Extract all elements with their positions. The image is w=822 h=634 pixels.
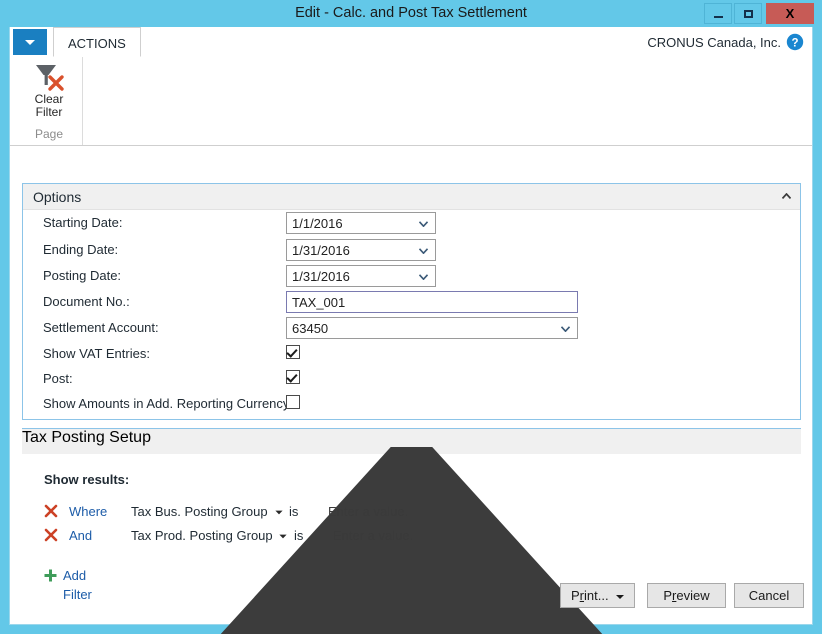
settlement-account-value: 63450 <box>292 321 329 336</box>
filter-field[interactable]: Tax Prod. Posting Group <box>131 525 273 547</box>
starting-date-combo[interactable]: 1/1/2016 <box>286 212 436 234</box>
show-amounts-addl-currency-checkbox[interactable] <box>286 395 300 409</box>
posting-date-value: 1/31/2016 <box>292 269 350 284</box>
maximize-button[interactable] <box>734 3 762 24</box>
print-button[interactable]: Print... <box>560 583 635 608</box>
funnel-clear-icon <box>36 65 64 91</box>
starting-date-value: 1/1/2016 <box>292 216 343 231</box>
ending-date-value: 1/31/2016 <box>292 243 350 258</box>
client-area: ACTIONS CRONUS Canada, Inc. ? Clear Filt… <box>9 27 813 634</box>
control-show-vat-entries <box>286 343 300 359</box>
control-settlement-account: 63450 <box>286 317 578 339</box>
control-ending-date: 1/31/2016 <box>286 239 436 261</box>
cancel-button[interactable]: Cancel <box>734 583 804 608</box>
label-starting-date: Starting Date: <box>43 215 123 230</box>
filter-conjunction[interactable]: Where <box>69 501 107 523</box>
options-form: Starting Date: 1/1/2016 Ending Date: 1/3… <box>23 210 800 416</box>
field-row-posting-date: Posting Date: 1/31/2016 <box>23 263 800 289</box>
chevron-down-icon[interactable] <box>419 221 428 227</box>
chevron-down-icon[interactable] <box>616 595 624 599</box>
title-bar: Edit - Calc. and Post Tax Settlement X <box>0 0 822 27</box>
filter-operator: is <box>294 528 304 543</box>
field-row-show-amounts-addl-currency: Show Amounts in Add. Reporting Currency: <box>23 391 800 416</box>
filter-operator: is <box>289 504 299 519</box>
ribbon: Clear Filter Page <box>10 57 812 146</box>
maximize-icon <box>743 9 753 18</box>
tax-posting-setup-title: Tax Posting Setup <box>22 429 151 446</box>
clear-filter-button[interactable]: Clear Filter <box>16 59 82 121</box>
show-results-label: Show results: <box>44 472 130 487</box>
preview-button[interactable]: Preview <box>647 583 726 608</box>
label-show-vat-entries: Show VAT Entries: <box>43 346 150 361</box>
label-posting-date: Posting Date: <box>43 268 122 283</box>
ribbon-tab-strip: ACTIONS CRONUS Canada, Inc. ? <box>10 27 812 58</box>
minimize-icon <box>713 15 723 18</box>
chevron-down-icon[interactable] <box>561 326 570 332</box>
chevron-down-icon[interactable] <box>419 274 428 280</box>
label-settlement-account: Settlement Account: <box>43 320 159 335</box>
close-icon: X <box>785 6 795 21</box>
red-x-icon[interactable] <box>44 504 58 518</box>
chevron-down-icon[interactable] <box>279 534 287 539</box>
field-row-show-vat-entries: Show VAT Entries: <box>23 341 800 366</box>
close-button[interactable]: X <box>766 3 814 24</box>
ending-date-combo[interactable]: 1/31/2016 <box>286 239 436 261</box>
control-document-no: TAX_001 <box>286 291 578 313</box>
svg-text:?: ? <box>791 37 798 49</box>
window-title: Edit - Calc. and Post Tax Settlement <box>295 5 527 21</box>
label-show-amounts-addl-currency: Show Amounts in Add. Reporting Currency: <box>43 396 294 411</box>
settlement-account-combo[interactable]: 63450 <box>286 317 578 339</box>
field-row-post: Post: <box>23 366 800 391</box>
tab-actions[interactable]: ACTIONS <box>53 27 141 57</box>
filter-value-input[interactable]: Enter a value. <box>328 501 408 523</box>
control-posting-date: 1/31/2016 <box>286 265 436 287</box>
control-starting-date: 1/1/2016 <box>286 212 436 234</box>
ribbon-group-page: Clear Filter Page <box>16 57 83 145</box>
ribbon-group-label: Page <box>34 127 64 141</box>
application-window: Edit - Calc. and Post Tax Settlement X A… <box>0 0 822 634</box>
filter-field[interactable]: Tax Bus. Posting Group <box>131 501 268 523</box>
clear-filter-label: Clear Filter <box>34 92 64 119</box>
filter-value-input[interactable]: Enter a value. <box>333 525 413 547</box>
chevron-up-icon[interactable] <box>782 193 791 199</box>
help-icon[interactable]: ? <box>786 33 804 51</box>
show-vat-entries-checkbox[interactable] <box>286 345 300 359</box>
field-row-ending-date: Ending Date: 1/31/2016 <box>23 237 800 263</box>
page-content: Options Starting Date: 1/1/2016 Ending D… <box>10 146 812 634</box>
control-show-amounts-addl-currency <box>286 393 300 409</box>
document-no-input[interactable]: TAX_001 <box>286 291 578 313</box>
label-ending-date: Ending Date: <box>43 242 119 257</box>
preview-button-label: Preview <box>663 588 710 603</box>
filter-conjunction[interactable]: And <box>69 525 92 547</box>
chevron-down-icon[interactable] <box>419 248 428 254</box>
company-name: CRONUS Canada, Inc. <box>647 35 781 50</box>
options-fasttab: Options Starting Date: 1/1/2016 Ending D… <box>22 183 801 420</box>
field-row-starting-date: Starting Date: 1/1/2016 <box>23 210 800 237</box>
tax-posting-setup-header[interactable]: Tax Posting Setup <box>22 424 801 634</box>
options-header[interactable]: Options <box>23 184 800 210</box>
post-checkbox[interactable] <box>286 370 300 384</box>
print-button-label: Print... <box>571 588 609 603</box>
red-x-icon[interactable] <box>44 528 58 542</box>
minimize-button[interactable] <box>704 3 732 24</box>
field-row-settlement-account: Settlement Account: 63450 <box>23 315 800 341</box>
application-menu-button[interactable] <box>13 29 47 55</box>
label-document-no: Document No.: <box>43 294 130 309</box>
label-post: Post: <box>43 371 73 386</box>
dialog-footer: Print... Preview Cancel <box>10 571 812 623</box>
chevron-down-icon[interactable] <box>275 510 283 515</box>
chevron-down-icon <box>25 39 35 45</box>
field-row-document-no: Document No.: TAX_001 <box>23 289 800 315</box>
document-no-value: TAX_001 <box>292 295 346 310</box>
posting-date-combo[interactable]: 1/31/2016 <box>286 265 436 287</box>
control-post <box>286 368 300 384</box>
options-title: Options <box>33 189 82 205</box>
